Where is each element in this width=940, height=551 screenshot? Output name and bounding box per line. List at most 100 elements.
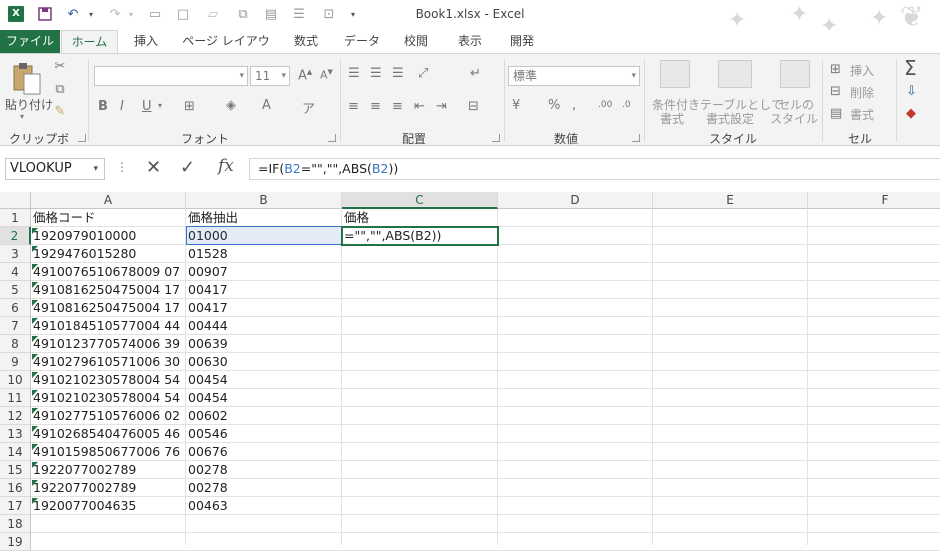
- tab-formulas[interactable]: 数式: [286, 30, 326, 54]
- column-header-c[interactable]: C: [342, 192, 498, 209]
- format-as-table-label2[interactable]: 書式設定: [706, 110, 754, 127]
- cell-a8[interactable]: 4910123770574006 39: [31, 335, 186, 353]
- enter-icon[interactable]: ✓: [180, 157, 195, 178]
- cell-styles-icon[interactable]: [780, 60, 810, 88]
- align-center-icon[interactable]: ≡: [370, 99, 381, 114]
- error-indicator-icon[interactable]: [32, 462, 38, 468]
- cell-a19[interactable]: [31, 533, 186, 551]
- align-left-icon[interactable]: ≡: [348, 99, 359, 114]
- cut-icon[interactable]: ✂: [52, 59, 68, 74]
- error-indicator-icon[interactable]: [32, 426, 38, 432]
- delete-cells-icon[interactable]: ⊟: [830, 84, 841, 99]
- row-header[interactable]: 8: [0, 335, 31, 353]
- underline-icon[interactable]: U: [142, 99, 152, 114]
- cell-b5[interactable]: 00417: [186, 281, 342, 299]
- row-header[interactable]: 15: [0, 461, 31, 479]
- cell-b6[interactable]: 00417: [186, 299, 342, 317]
- cell-b3[interactable]: 01528: [186, 245, 342, 263]
- column-header-d[interactable]: D: [498, 192, 653, 209]
- error-indicator-icon[interactable]: [32, 246, 38, 252]
- cell-a4[interactable]: 4910076510678009 07: [31, 263, 186, 281]
- error-indicator-icon[interactable]: [32, 228, 38, 234]
- tab-data[interactable]: データ: [340, 30, 384, 54]
- row-header[interactable]: 1: [0, 209, 31, 227]
- copy-icon[interactable]: ⧉: [52, 82, 68, 97]
- currency-icon[interactable]: ¥: [512, 98, 520, 113]
- cell-styles-label2[interactable]: スタイル: [770, 110, 818, 127]
- error-indicator-icon[interactable]: [32, 300, 38, 306]
- cell-c5[interactable]: [342, 281, 498, 299]
- cell-b4[interactable]: 00907: [186, 263, 342, 281]
- clear-icon[interactable]: ◆: [906, 106, 916, 121]
- column-header-e[interactable]: E: [653, 192, 808, 209]
- conditional-format-icon[interactable]: [660, 60, 690, 88]
- format-cells-button[interactable]: 書式: [850, 106, 874, 123]
- cell-b12[interactable]: 00602: [186, 407, 342, 425]
- cell-b10[interactable]: 00454: [186, 371, 342, 389]
- autosum-icon[interactable]: Σ: [904, 56, 917, 80]
- cell-b9[interactable]: 00630: [186, 353, 342, 371]
- cell-a13[interactable]: 4910268540476005 46: [31, 425, 186, 443]
- cell-c11[interactable]: [342, 389, 498, 407]
- error-indicator-icon[interactable]: [32, 480, 38, 486]
- cell-c9[interactable]: [342, 353, 498, 371]
- alignment-launcher-icon[interactable]: [492, 134, 500, 142]
- decrease-font-icon[interactable]: A▼: [320, 68, 333, 82]
- name-box[interactable]: VLOOKUP ▾: [5, 158, 105, 180]
- increase-decimal-icon[interactable]: .00: [598, 100, 612, 110]
- merge-center-icon[interactable]: ⊟: [468, 99, 479, 114]
- row-header[interactable]: 2: [0, 227, 31, 245]
- cell-b11[interactable]: 00454: [186, 389, 342, 407]
- row-header[interactable]: 5: [0, 281, 31, 299]
- error-indicator-icon[interactable]: [32, 264, 38, 270]
- cell-b18[interactable]: [186, 515, 342, 533]
- cell-c13[interactable]: [342, 425, 498, 443]
- cell-a10[interactable]: 4910210230578004 54: [31, 371, 186, 389]
- italic-icon[interactable]: I: [120, 99, 124, 114]
- cell-a7[interactable]: 4910184510577004 44: [31, 317, 186, 335]
- cell-a14[interactable]: 4910159850677006 76: [31, 443, 186, 461]
- cell-c10[interactable]: [342, 371, 498, 389]
- column-header-f[interactable]: F: [808, 192, 940, 209]
- delete-cells-button[interactable]: 削除: [850, 84, 874, 101]
- align-middle-icon[interactable]: ☰: [370, 66, 382, 81]
- decrease-decimal-icon[interactable]: .0: [622, 100, 631, 110]
- cancel-icon[interactable]: ✕: [146, 157, 161, 178]
- tab-insert[interactable]: 挿入: [128, 30, 164, 54]
- cell-b14[interactable]: 00676: [186, 443, 342, 461]
- row-header[interactable]: 10: [0, 371, 31, 389]
- cell-c19[interactable]: [342, 533, 498, 551]
- cell-a17[interactable]: 1920077004635: [31, 497, 186, 515]
- cell-a2[interactable]: 1920979010000: [31, 227, 186, 245]
- format-as-table-icon[interactable]: [718, 60, 752, 88]
- cell-b13[interactable]: 00546: [186, 425, 342, 443]
- align-top-icon[interactable]: ☰: [348, 66, 360, 81]
- increase-indent-icon[interactable]: ⇥: [436, 99, 447, 114]
- font-name-combo[interactable]: ▾: [94, 66, 248, 86]
- number-launcher-icon[interactable]: [632, 134, 640, 142]
- error-indicator-icon[interactable]: [32, 444, 38, 450]
- fill-icon[interactable]: ⇩: [906, 84, 917, 99]
- error-indicator-icon[interactable]: [32, 282, 38, 288]
- percent-icon[interactable]: %: [548, 98, 560, 113]
- row-header[interactable]: 12: [0, 407, 31, 425]
- cell-a15[interactable]: 1922077002789: [31, 461, 186, 479]
- borders-icon[interactable]: ⊞: [184, 99, 195, 114]
- error-indicator-icon[interactable]: [32, 372, 38, 378]
- row-header[interactable]: 7: [0, 317, 31, 335]
- align-right-icon[interactable]: ≡: [392, 99, 403, 114]
- cell-c7[interactable]: [342, 317, 498, 335]
- comma-icon[interactable]: ,: [572, 98, 576, 113]
- cell-c6[interactable]: [342, 299, 498, 317]
- paste-button[interactable]: 貼り付け: [5, 96, 53, 113]
- clipboard-launcher-icon[interactable]: [78, 134, 86, 142]
- font-color-icon[interactable]: A: [262, 98, 271, 113]
- error-indicator-icon[interactable]: [32, 336, 38, 342]
- tab-developer[interactable]: 開発: [504, 30, 540, 54]
- cell-c1[interactable]: 価格: [342, 209, 498, 227]
- cell-a12[interactable]: 4910277510576006 02: [31, 407, 186, 425]
- row-header[interactable]: 9: [0, 353, 31, 371]
- cell-c17[interactable]: [342, 497, 498, 515]
- insert-cells-button[interactable]: 挿入: [850, 62, 874, 79]
- column-header-a[interactable]: A: [31, 192, 186, 209]
